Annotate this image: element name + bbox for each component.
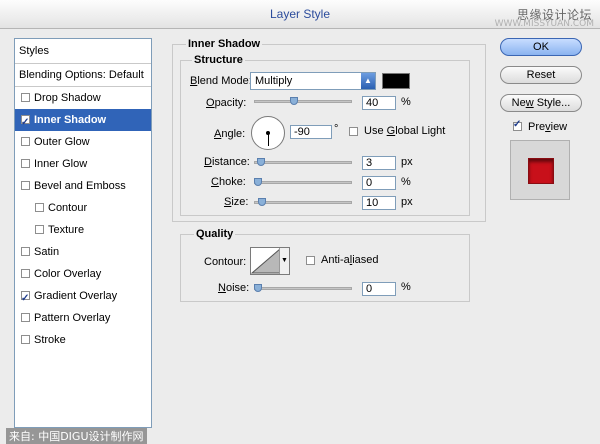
choke-unit: % [401, 176, 411, 188]
style-item-drop-shadow[interactable]: Drop Shadow [15, 87, 151, 109]
dropdown-arrow-icon: ▼ [279, 248, 289, 274]
size-label: Size: [224, 196, 249, 208]
contour-label: Contour: [204, 256, 247, 268]
preview-label: Preview [528, 121, 568, 133]
style-item-label: Drop Shadow [34, 92, 101, 104]
style-checkbox[interactable] [21, 181, 30, 190]
quality-title: Quality [194, 228, 236, 240]
size-input[interactable]: 10 [362, 196, 396, 210]
style-item-label: Satin [34, 246, 60, 258]
blend-mode-value: Multiply [255, 75, 293, 87]
style-item-color-overlay[interactable]: Color Overlay [15, 263, 151, 285]
opacity-slider[interactable] [254, 97, 352, 106]
angle-label: Angle: [214, 128, 246, 140]
new-style-button[interactable]: New Style... [500, 94, 582, 112]
slider-thumb-icon[interactable] [257, 158, 265, 166]
style-item-label: Color Overlay [34, 268, 102, 280]
distance-input[interactable]: 3 [362, 156, 396, 170]
styles-header[interactable]: Styles [15, 39, 151, 64]
style-item-bevel-and-emboss[interactable]: Bevel and Emboss [15, 175, 151, 197]
blend-mode-select[interactable]: Multiply ▲ [250, 72, 376, 90]
distance-label: Distance: [204, 156, 250, 168]
anti-aliased-checkbox[interactable] [306, 256, 315, 265]
style-item-satin[interactable]: Satin [15, 241, 151, 263]
style-item-label: Bevel and Emboss [34, 180, 126, 192]
style-checkbox[interactable] [35, 203, 44, 212]
style-item-label: Pattern Overlay [34, 312, 111, 324]
noise-slider[interactable] [254, 284, 352, 293]
blending-options[interactable]: Blending Options: Default [15, 64, 151, 87]
style-item-inner-shadow[interactable]: Inner Shadow [15, 109, 151, 134]
style-item-label: Texture [48, 224, 85, 236]
style-item-contour[interactable]: Contour [15, 197, 151, 219]
style-item-gradient-overlay[interactable]: Gradient Overlay [15, 285, 151, 310]
style-item-label: Inner Glow [34, 158, 88, 170]
preview-swatch [528, 158, 554, 184]
style-item-label: Inner Shadow [34, 114, 107, 126]
style-item-texture[interactable]: Texture [15, 219, 151, 241]
style-checkbox[interactable] [21, 112, 30, 134]
dial-center-icon [266, 131, 270, 135]
anti-aliased-label: Anti-aliased [321, 254, 379, 266]
size-slider[interactable] [254, 198, 352, 207]
inner-shadow-title: Inner Shadow [186, 38, 263, 50]
watermark-bottom: 来自: 中国DIGU设计制作网 [6, 428, 147, 444]
noise-unit: % [401, 281, 411, 293]
distance-unit: px [401, 156, 413, 168]
distance-slider[interactable] [254, 158, 352, 167]
blend-mode-label: Blend Mode: [190, 75, 252, 87]
updown-arrow-icon: ▲ [361, 73, 375, 89]
style-checkbox[interactable] [35, 225, 44, 234]
slider-thumb-icon[interactable] [254, 284, 262, 292]
choke-label: Choke: [211, 176, 246, 188]
noise-label: Noise: [218, 282, 250, 294]
style-checkbox[interactable] [21, 269, 30, 278]
style-checkbox[interactable] [21, 137, 30, 146]
contour-curve-icon [251, 248, 281, 274]
ok-button[interactable]: OK [500, 38, 582, 56]
style-checkbox[interactable] [21, 313, 30, 322]
global-light-checkbox[interactable] [349, 127, 358, 136]
opacity-label: Opacity: [206, 97, 247, 109]
style-checkbox[interactable] [21, 335, 30, 344]
style-item-label: Stroke [34, 334, 66, 346]
slider-thumb-icon[interactable] [254, 178, 262, 186]
style-item-label: Gradient Overlay [34, 290, 118, 302]
contour-picker[interactable]: ▼ [250, 247, 290, 275]
slider-thumb-icon[interactable] [258, 198, 266, 206]
preview-thumbnail [510, 140, 570, 200]
opacity-unit: % [401, 96, 411, 108]
style-checkbox[interactable] [21, 288, 30, 310]
style-checkbox[interactable] [21, 247, 30, 256]
angle-dial[interactable] [251, 116, 285, 150]
title-bar: Layer Style 思缘设计论坛 WWW.MISSYUAN.COM [0, 0, 600, 29]
angle-unit: ° [334, 123, 339, 135]
global-light-label: Use Global Light [364, 125, 446, 137]
style-item-label: Outer Glow [34, 136, 90, 148]
slider-thumb-icon[interactable] [290, 97, 298, 105]
style-item-label: Contour [48, 202, 88, 214]
style-checkbox[interactable] [21, 159, 30, 168]
size-unit: px [401, 196, 413, 208]
style-item-outer-glow[interactable]: Outer Glow [15, 131, 151, 153]
choke-input[interactable]: 0 [362, 176, 396, 190]
angle-input[interactable]: -90 [290, 125, 332, 139]
noise-input[interactable]: 0 [362, 282, 396, 296]
style-item-pattern-overlay[interactable]: Pattern Overlay [15, 307, 151, 329]
style-item-inner-glow[interactable]: Inner Glow [15, 153, 151, 175]
style-item-stroke[interactable]: Stroke [15, 329, 151, 351]
watermark-top-sub: WWW.MISSYUAN.COM [494, 19, 594, 29]
choke-slider[interactable] [254, 178, 352, 187]
opacity-input[interactable]: 40 [362, 96, 396, 110]
styles-list: Styles Blending Options: Default Drop Sh… [14, 38, 152, 428]
shadow-color-swatch[interactable] [382, 73, 410, 89]
style-checkbox[interactable] [21, 93, 30, 102]
structure-title: Structure [192, 54, 245, 66]
preview-checkbox[interactable] [513, 119, 522, 131]
reset-button[interactable]: Reset [500, 66, 582, 84]
